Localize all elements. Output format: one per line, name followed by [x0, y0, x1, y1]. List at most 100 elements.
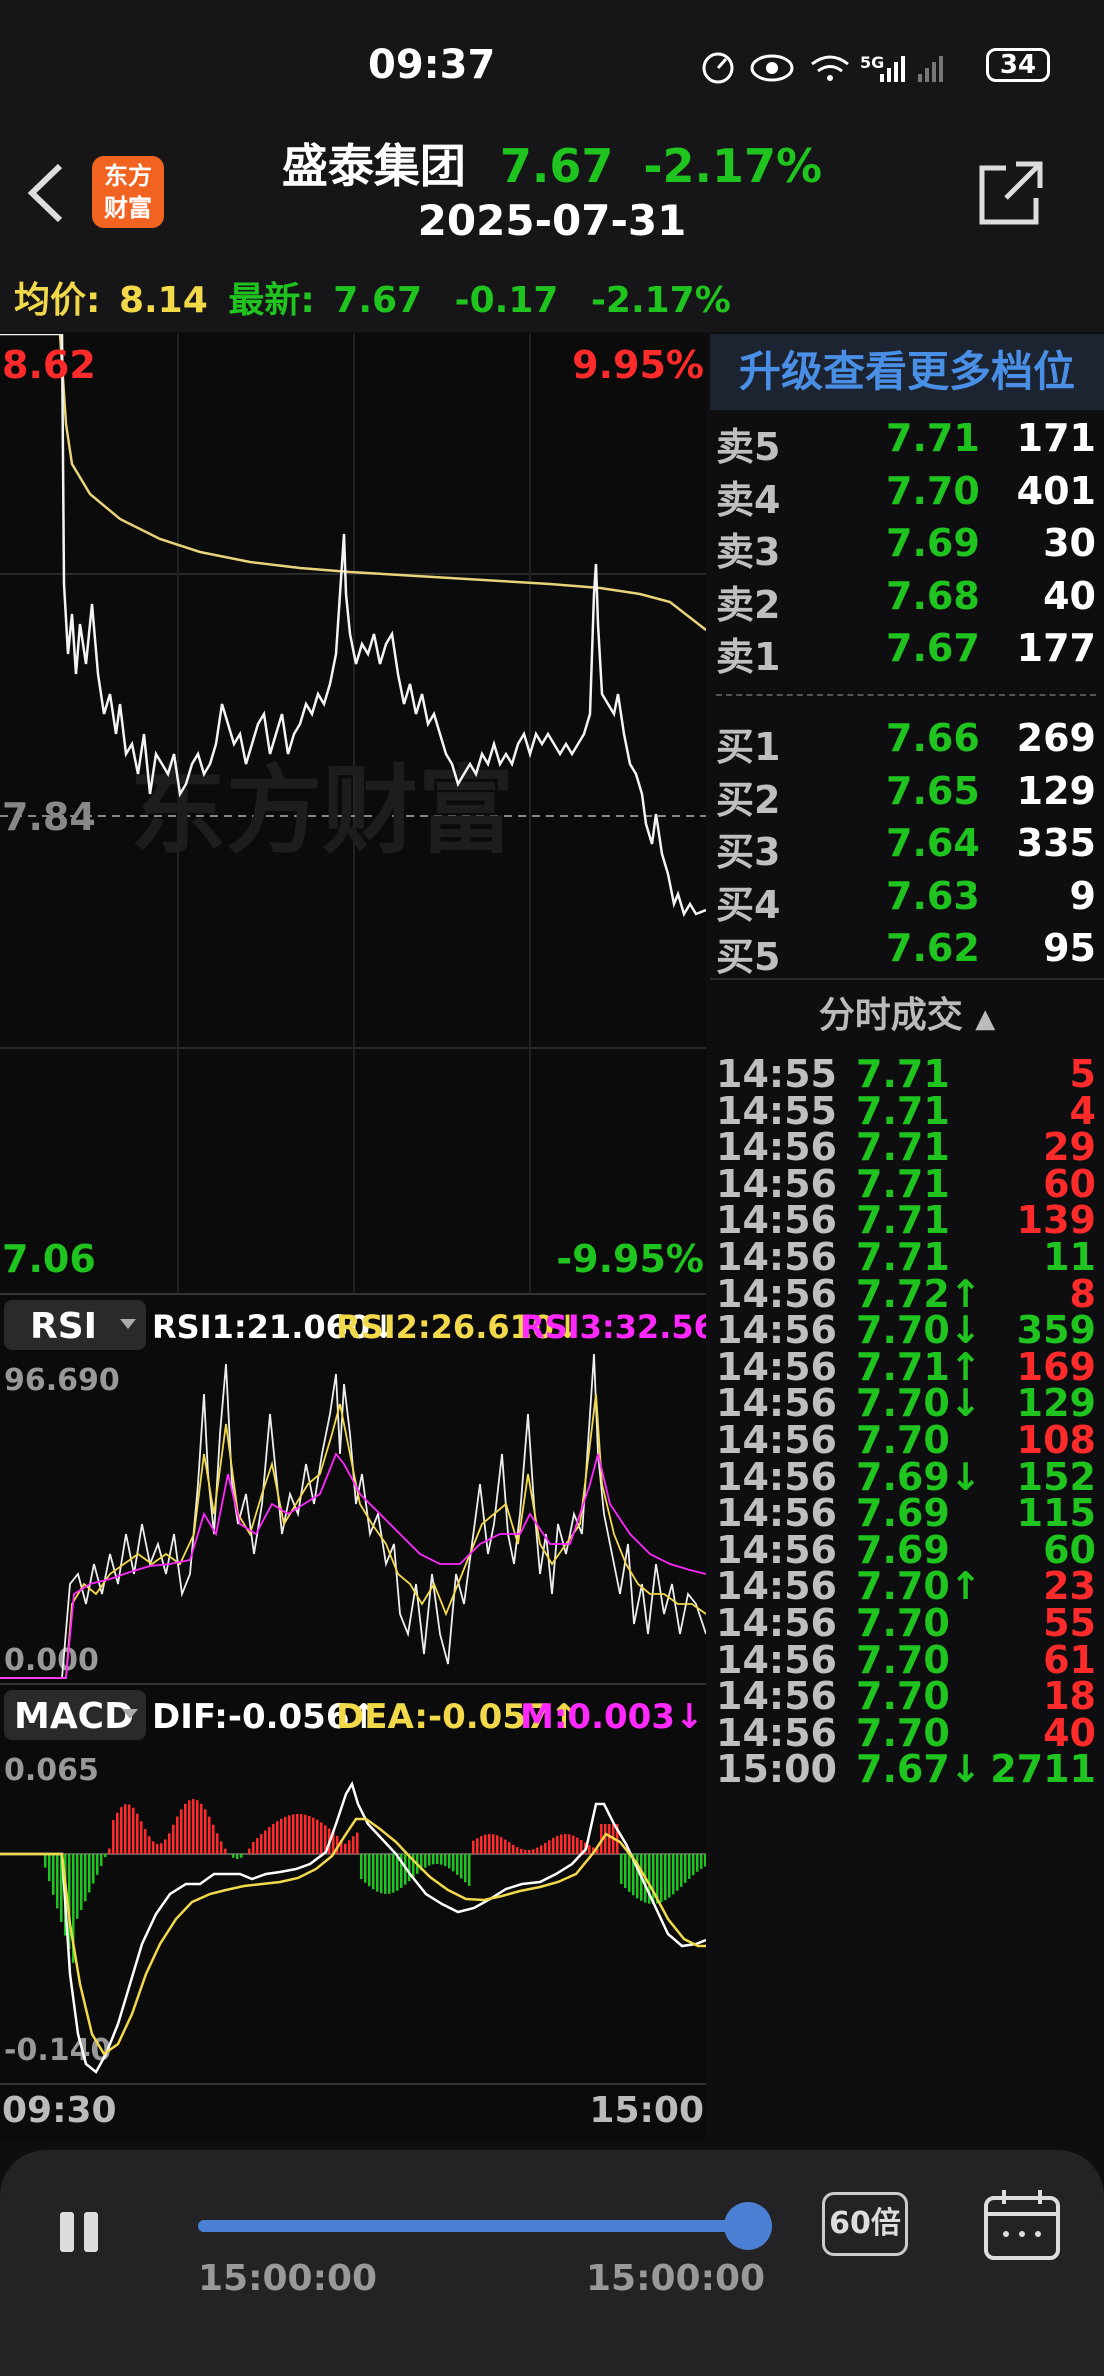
bid-row[interactable]: 买2 7.65 129	[710, 768, 1104, 822]
macd-bar	[684, 1854, 687, 1883]
macd-bar	[140, 1821, 143, 1854]
bid-row[interactable]: 买5 7.62 95	[710, 926, 1104, 979]
rsi-min-label: 0.000	[4, 1643, 99, 1678]
level-price: 7.71	[886, 416, 980, 460]
price-high-label: 8.62	[2, 343, 96, 387]
macd-bar	[192, 1799, 195, 1854]
playback-end-time: 15:00:00	[586, 2258, 766, 2299]
trade-row: 15:00 7.67↓ 2711	[710, 1747, 1104, 1799]
level-volume: 269	[1016, 716, 1096, 760]
trades-header[interactable]: 分时成交 ▲	[710, 978, 1104, 1052]
level-volume: 30	[1043, 521, 1096, 565]
macd-bar	[188, 1800, 191, 1854]
macd-bar	[160, 1843, 163, 1854]
level-label: 买4	[716, 882, 781, 927]
macd-bar	[76, 1854, 79, 1919]
macd-bar	[100, 1854, 103, 1866]
trade-time: 15:00	[716, 1747, 837, 1792]
macd-bar	[108, 1848, 111, 1854]
caret-up-icon: ▲	[975, 1004, 996, 1034]
bid-row[interactable]: 买1 7.66 269	[710, 716, 1104, 769]
share-button[interactable]	[976, 158, 1046, 228]
price-high-pct-label: 9.95%	[572, 343, 704, 387]
macd-bar	[452, 1854, 455, 1872]
macd-bar	[136, 1813, 139, 1854]
macd-bar	[316, 1819, 319, 1854]
signal-wifi-icon: 5G	[702, 52, 943, 84]
macd-bar	[704, 1854, 706, 1867]
status-icons: 5G	[700, 46, 1000, 86]
speed-button[interactable]: 60倍	[822, 2192, 908, 2256]
rsi-max-label: 96.690	[4, 1363, 120, 1398]
macd-bar	[676, 1854, 679, 1891]
bid-row[interactable]: 买4 7.63 9	[710, 873, 1104, 927]
macd-bar	[164, 1839, 167, 1854]
ask-row[interactable]: 卖5 7.71 171	[710, 416, 1104, 469]
price-low-pct-label: -9.95%	[556, 1237, 704, 1281]
calendar-button[interactable]	[982, 2188, 1062, 2262]
macd-bar	[664, 1854, 667, 1901]
level-volume: 177	[1016, 626, 1096, 670]
macd-bar	[104, 1854, 107, 1858]
macd-bar	[364, 1854, 367, 1883]
macd-bar	[272, 1823, 275, 1854]
macd-bar	[468, 1854, 471, 1886]
macd-bar	[508, 1842, 511, 1854]
macd-bar	[80, 1854, 83, 1910]
macd-bar	[200, 1803, 203, 1854]
macd-selector-label: MACD	[14, 1696, 134, 1737]
bid-row[interactable]: 买3 7.64 335	[710, 821, 1104, 874]
upgrade-banner[interactable]: 升级查看更多档位	[710, 334, 1104, 410]
level-price: 7.66	[886, 716, 980, 760]
playback-start-time: 15:00:00	[198, 2258, 378, 2299]
level-label: 卖2	[716, 582, 781, 627]
macd-bar	[312, 1817, 315, 1854]
macd-bar	[232, 1854, 235, 1858]
macd-bar	[540, 1845, 543, 1854]
macd-bar	[96, 1854, 99, 1875]
macd-bar	[172, 1824, 175, 1854]
chart-watermark: 东方财富	[130, 755, 514, 867]
progress-knob[interactable]	[724, 2202, 772, 2250]
rsi1-line	[0, 1353, 706, 1679]
macd-bar	[292, 1814, 295, 1854]
pause-button[interactable]	[56, 2206, 106, 2262]
level-label: 卖3	[716, 530, 781, 574]
progress-fill	[198, 2220, 748, 2232]
level-price: 7.63	[886, 873, 980, 918]
ask-row[interactable]: 卖2 7.68 40	[710, 574, 1104, 627]
macd-bar	[56, 1854, 59, 1909]
level-price: 7.64	[886, 821, 980, 865]
progress-track[interactable]	[198, 2220, 748, 2232]
macd-bar	[240, 1854, 243, 1858]
macd-bar	[384, 1854, 387, 1894]
trade-price: 7.67↓	[856, 1747, 982, 1792]
level-volume: 401	[1016, 468, 1096, 513]
macd-bar	[252, 1842, 255, 1854]
macd-bar	[492, 1834, 495, 1854]
ask-row[interactable]: 卖4 7.70 401	[710, 468, 1104, 522]
macd-bar	[588, 1845, 591, 1854]
level-volume: 129	[1016, 768, 1096, 813]
macd-bar	[696, 1854, 699, 1872]
macd-bar	[280, 1818, 283, 1854]
macd-bar	[264, 1830, 267, 1854]
macd-bar	[560, 1834, 563, 1854]
macd-bar	[288, 1815, 291, 1854]
order-panel: 升级查看更多档位 卖5 7.71 171 卖4 7.70 401 卖3 7.69 30 卖2 7.6…	[710, 334, 1104, 2142]
level-price: 7.69	[886, 521, 980, 565]
macd-bar	[688, 1854, 691, 1879]
macd-bar	[536, 1847, 539, 1854]
level-label: 买5	[716, 935, 781, 979]
ask-row[interactable]: 卖3 7.69 30	[710, 521, 1104, 574]
macd-bar	[620, 1854, 623, 1884]
level-price: 7.62	[886, 926, 980, 970]
level-volume: 95	[1043, 926, 1096, 970]
macd-bar	[92, 1854, 95, 1884]
ask-row[interactable]: 卖1 7.67 177	[710, 626, 1104, 679]
change-pct: -2.17%	[590, 280, 731, 321]
speed-label: 60倍	[829, 2206, 901, 2241]
external-link-icon	[979, 161, 1043, 225]
trade-volume: 2711	[990, 1747, 1096, 1792]
macd-bar	[476, 1838, 479, 1854]
